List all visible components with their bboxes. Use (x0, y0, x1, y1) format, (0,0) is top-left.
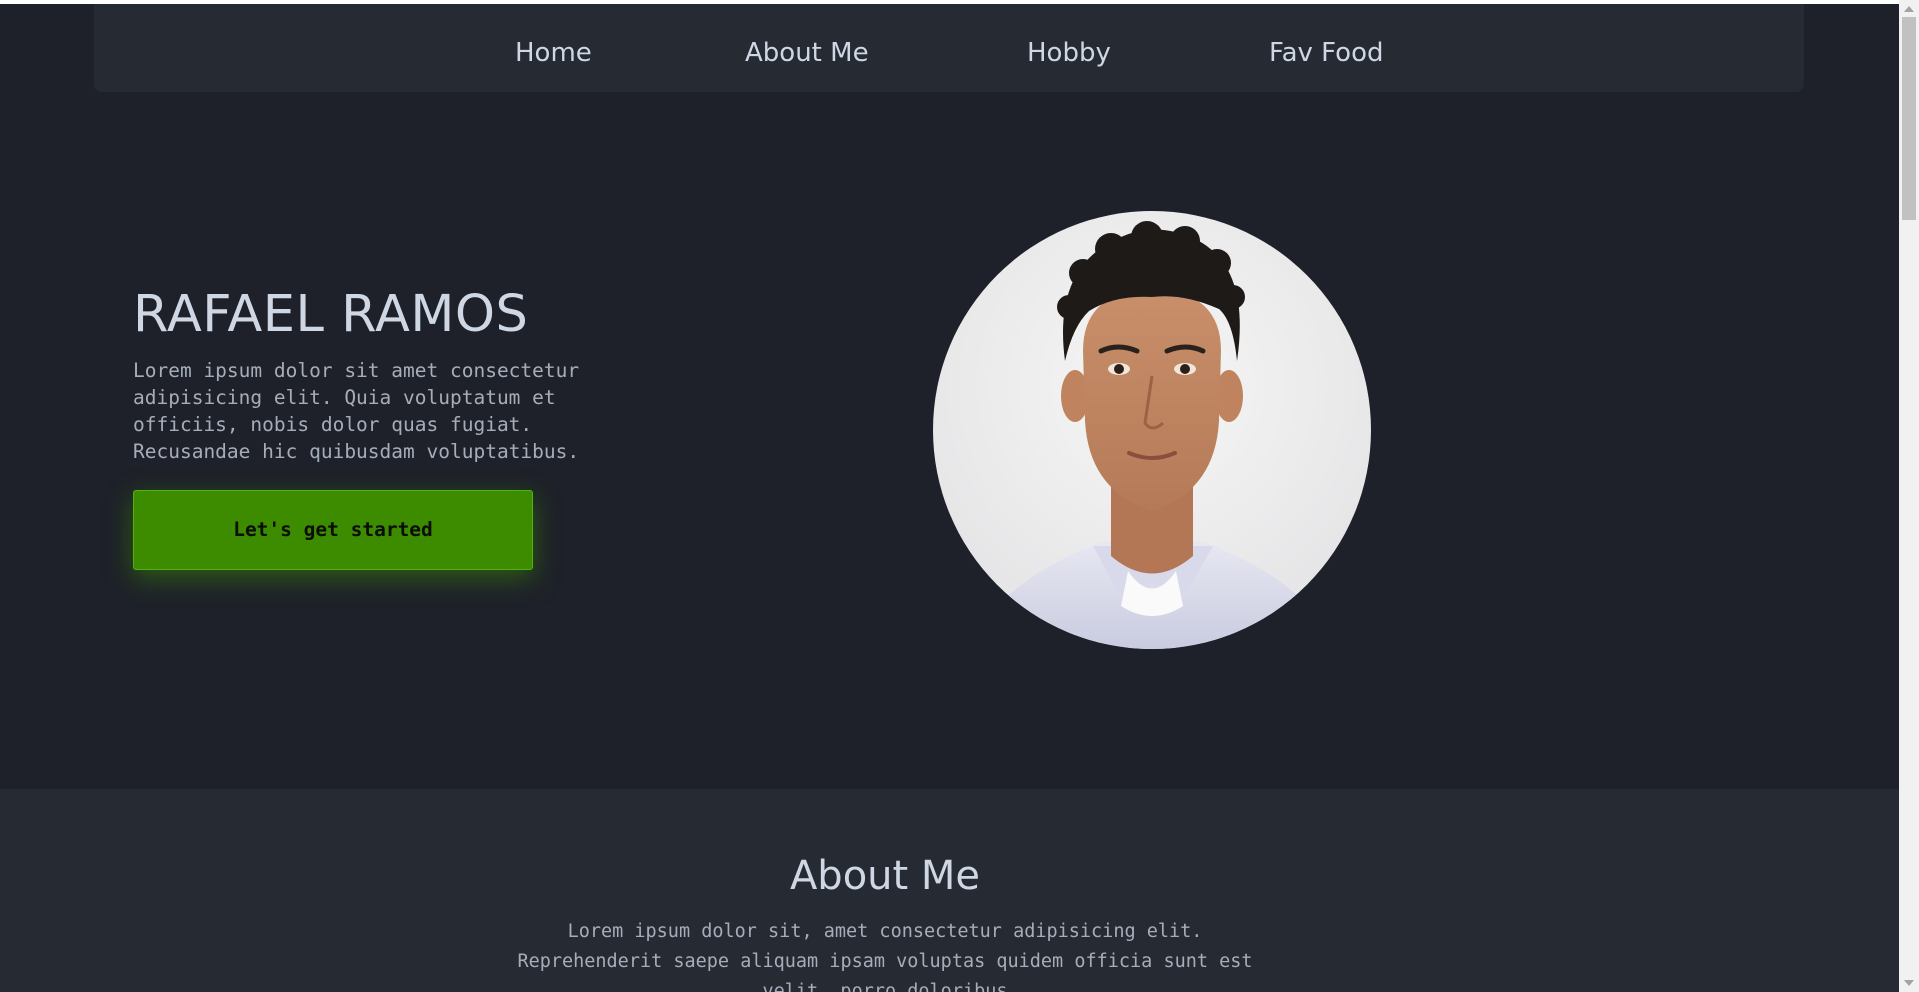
hero-description: Lorem ipsum dolor sit amet consectetur a… (133, 359, 580, 463)
scroll-down-arrow-icon[interactable] (1904, 980, 1914, 986)
vertical-scrollbar[interactable] (1899, 0, 1919, 992)
profile-photo (933, 211, 1371, 649)
page: Home About Me Hobby Fav Food RAFAEL RAMO… (0, 0, 1899, 992)
nav-link-fav-food[interactable]: Fav Food (1269, 38, 1384, 69)
navbar: Home About Me Hobby Fav Food (94, 4, 1804, 92)
nav-link-home[interactable]: Home (515, 38, 592, 69)
hero-title: RAFAEL RAMOS (133, 285, 529, 344)
hero-section: RAFAEL RAMOS Lorem ipsum dolor sit amet … (0, 92, 1899, 789)
scrollbar-thumb[interactable] (1902, 17, 1916, 220)
nav-link-about-me[interactable]: About Me (745, 38, 869, 69)
get-started-button[interactable]: Let's get started (133, 490, 533, 570)
nav-link-hobby[interactable]: Hobby (1027, 38, 1111, 69)
about-section: About Me Lorem ipsum dolor sit, amet con… (0, 789, 1899, 992)
about-description: Lorem ipsum dolor sit, amet consectetur … (517, 921, 1253, 992)
about-title: About Me (789, 853, 981, 899)
scroll-up-arrow-icon[interactable] (1904, 6, 1914, 12)
